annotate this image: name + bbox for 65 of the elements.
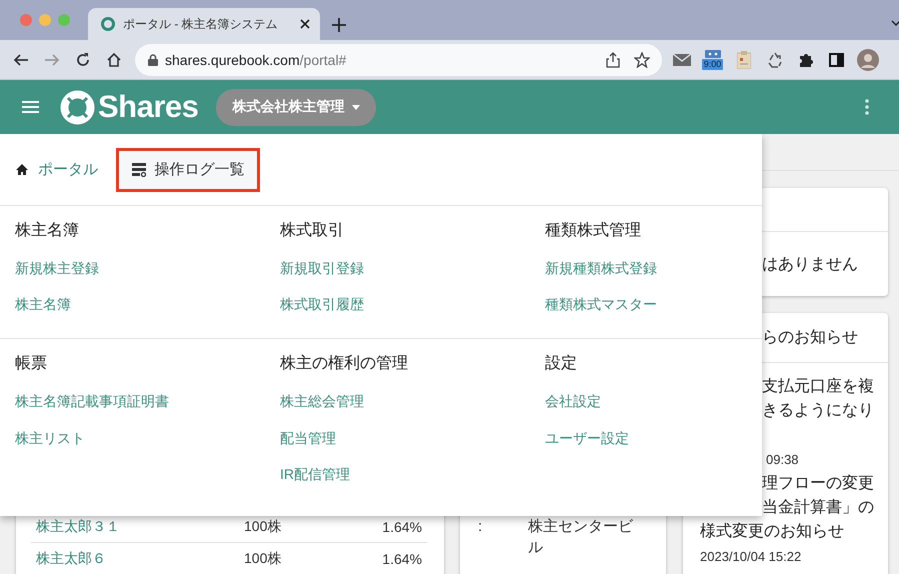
- server-log-icon: [132, 162, 146, 176]
- chevron-icon: [891, 20, 899, 26]
- caret-icon: [352, 104, 360, 110]
- shareholder-link[interactable]: 株主太郎３１: [31, 518, 244, 536]
- menu-icon[interactable]: [22, 101, 39, 113]
- ring-logo-icon: [60, 90, 95, 124]
- table-cell-text: 1.64%: [381, 518, 423, 534]
- menu-link[interactable]: 会社設定: [545, 391, 601, 411]
- section-heading: 帳票: [15, 354, 47, 374]
- menu-link[interactable]: IR配信管理: [280, 464, 350, 484]
- menu-link[interactable]: 新規株主登録: [15, 258, 99, 278]
- logo-text: Shares: [98, 89, 198, 125]
- home-icon: [16, 164, 28, 175]
- calendar-icon[interactable]: [704, 50, 720, 58]
- menu-link[interactable]: 新規取引登録: [280, 258, 364, 278]
- sidebar-icon[interactable]: [829, 52, 844, 66]
- section-heading: 株主名簿: [15, 220, 79, 241]
- menu-link[interactable]: 株主名簿記載事項証明書: [15, 391, 169, 411]
- notice-text: 支払元口座を複: [761, 376, 875, 397]
- reload-icon[interactable]: [74, 52, 90, 68]
- browser-tab[interactable]: ポータル - 株主名簿システム: [88, 8, 320, 40]
- address-text: 株主センタービル: [528, 517, 634, 558]
- star-icon[interactable]: [634, 52, 650, 68]
- time-badge: 9:00: [702, 58, 724, 70]
- breadcrumb-link[interactable]: ポータル: [38, 160, 98, 179]
- notice-date: 09:38: [765, 451, 800, 469]
- ring-icon: [100, 16, 116, 32]
- table-cell-text: 100株: [244, 550, 282, 568]
- table-cell-text: 100株: [244, 518, 282, 536]
- menu-link[interactable]: 株式取引履歴: [280, 294, 364, 314]
- notice-text: 当金計算書」の: [761, 498, 875, 518]
- home-icon[interactable]: [106, 52, 122, 68]
- menu-link[interactable]: 種類株式マスター: [545, 294, 657, 314]
- notice-text: 理フローの変更: [761, 474, 875, 494]
- separator-text: :: [478, 517, 484, 537]
- company-dropdown[interactable]: 株式会社株主管理: [216, 88, 376, 126]
- section-heading: 株主の権利の管理: [280, 354, 408, 374]
- notice-text: きるようになり: [761, 401, 875, 421]
- section-heading: 株式取引: [280, 220, 344, 241]
- menu-link[interactable]: 配当管理: [280, 428, 336, 448]
- section-heading: 設定: [545, 354, 577, 374]
- avatar-icon[interactable]: [856, 48, 878, 70]
- lock-icon: [148, 54, 158, 66]
- shareholder-link[interactable]: 株主太郎６: [31, 550, 244, 568]
- share-icon[interactable]: [606, 52, 620, 68]
- puzzle-icon[interactable]: [798, 52, 814, 68]
- menu-link[interactable]: ユーザー設定: [545, 428, 629, 448]
- back-icon[interactable]: [12, 52, 28, 68]
- section-heading: 種類株式管理: [545, 220, 641, 241]
- menu-link[interactable]: 株主名簿: [15, 294, 71, 314]
- table-cell-text: 1.64%: [381, 550, 423, 566]
- menu-link[interactable]: 株主リスト: [15, 428, 85, 448]
- empty-message: はありません: [761, 254, 859, 274]
- clipboard-icon[interactable]: [736, 50, 750, 68]
- close-icon[interactable]: [300, 19, 310, 29]
- notice-date: 2023/10/04 15:22: [699, 548, 802, 566]
- recycle-icon[interactable]: [766, 50, 784, 68]
- address-field[interactable]: shares.qurebook.com/portal#: [135, 44, 662, 76]
- plus-icon[interactable]: [332, 18, 346, 32]
- operation-log-button[interactable]: 操作ログ一覧: [116, 148, 260, 192]
- notice-text: 様式変更のお知らせ: [699, 522, 845, 542]
- more-icon[interactable]: [865, 99, 869, 115]
- mail-icon[interactable]: [672, 52, 690, 66]
- menu-link[interactable]: 株主総会管理: [280, 391, 364, 411]
- menu-link[interactable]: 新規種類株式登録: [545, 258, 657, 278]
